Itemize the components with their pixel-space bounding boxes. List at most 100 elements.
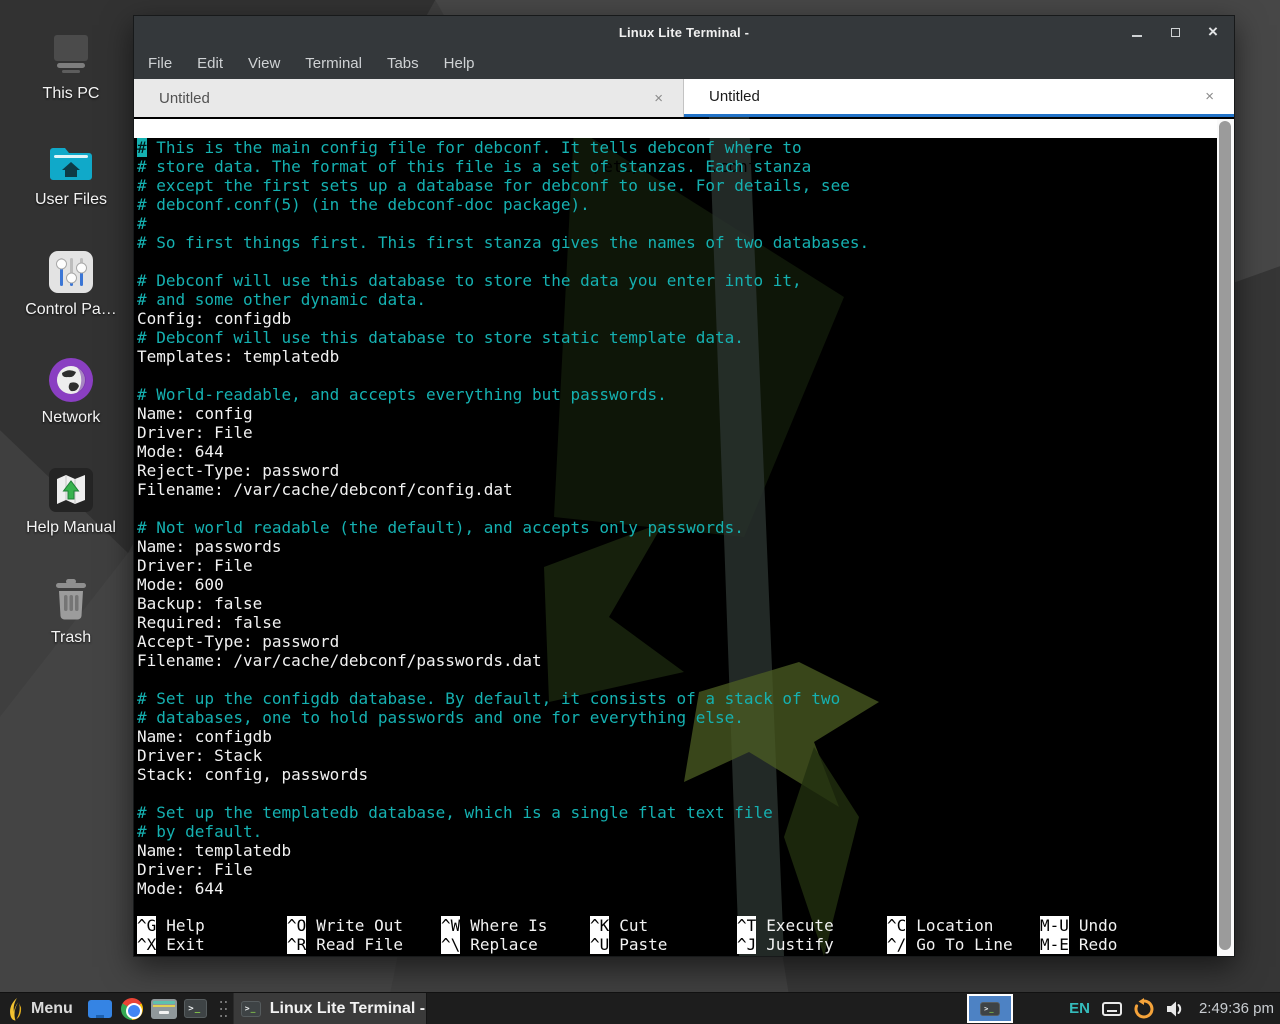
- scrollbar-thumb[interactable]: [1219, 121, 1231, 950]
- menu-button[interactable]: Menu: [0, 993, 85, 1024]
- nano-comment-line: # except the first sets up a database fo…: [137, 176, 1217, 195]
- nano-shortcut-key: ^K: [590, 916, 609, 935]
- help-manual-icon: [15, 464, 127, 516]
- nano-text-line: Driver: File: [137, 423, 1217, 442]
- nano-text-line: Mode: 644: [137, 879, 1217, 898]
- archive-launcher[interactable]: [149, 995, 179, 1023]
- nano-shortcut-label: Cut: [619, 916, 648, 935]
- close-button[interactable]: ×: [1206, 25, 1220, 39]
- desktop-icon-label: This PC: [15, 85, 127, 103]
- file-manager-launcher[interactable]: [85, 995, 115, 1023]
- computer-icon: [15, 30, 127, 82]
- desktop-icon-network[interactable]: Network: [15, 354, 127, 427]
- nano-text-line: Required: false: [137, 613, 1217, 632]
- tab-label: Untitled: [134, 90, 210, 107]
- close-icon: ×: [1208, 25, 1218, 39]
- nano-shortcut-key: ^W: [441, 916, 460, 935]
- desktop-icon-label: Trash: [15, 629, 127, 647]
- menu-file[interactable]: File: [148, 55, 172, 72]
- terminal-content[interactable]: GNU nano 7.2 /etc/debconf.conf # This is…: [134, 117, 1234, 956]
- terminal-lines: # This is the main config file for debco…: [137, 138, 1217, 898]
- desktop-icon-help-manual[interactable]: Help Manual: [15, 464, 127, 537]
- nano-shortcut-label: Where Is: [470, 916, 547, 935]
- window-titlebar[interactable]: Linux Lite Terminal - ×: [134, 16, 1234, 48]
- nano-comment-line: # debconf.conf(5) (in the debconf-doc pa…: [137, 195, 1217, 214]
- clock[interactable]: 2:49:36 pm: [1199, 1000, 1274, 1017]
- nano-shortcut-key: ^\: [441, 935, 460, 954]
- nano-text-line: [137, 499, 1217, 518]
- nano-text-line: Reject-Type: password: [137, 461, 1217, 480]
- taskbar-window-label: Linux Lite Terminal -: [270, 1000, 425, 1018]
- nano-shortcut-key: ^O: [287, 916, 306, 935]
- minimize-icon: [1132, 35, 1142, 37]
- tab-untitled-1[interactable]: Untitled ×: [134, 79, 684, 117]
- nano-comment-line: # Debconf will use this database to stor…: [137, 271, 1217, 290]
- nano-shortcut-label: Replace: [470, 935, 537, 954]
- nano-shortcut-column: ^OWrite Out^RRead File: [287, 916, 403, 954]
- nano-shortcut-column: ^CLocation^/Go To Line: [887, 916, 1013, 954]
- workspace-pager[interactable]: >_: [967, 994, 1013, 1023]
- nano-shortcut-column: ^W Where Is ^\ Replace: [441, 916, 547, 954]
- nano-text-line: Mode: 644: [137, 442, 1217, 461]
- panel-separator[interactable]: [219, 1001, 229, 1017]
- menu-view[interactable]: View: [248, 55, 280, 72]
- nano-comment-line: # and some other dynamic data.: [137, 290, 1217, 309]
- nano-titlebar: GNU nano 7.2 /etc/debconf.conf: [134, 119, 1217, 138]
- menu-bar: File Edit View Terminal Tabs Help: [134, 48, 1234, 79]
- nano-text-line: Filename: /var/cache/debconf/config.dat: [137, 480, 1217, 499]
- desktop-icon-label: Help Manual: [15, 519, 127, 537]
- nano-text-line: Name: config: [137, 404, 1217, 423]
- nano-shortcut-label: Write Out: [316, 916, 403, 935]
- language-indicator[interactable]: EN: [1069, 1000, 1090, 1017]
- nano-comment-line: # So first things first. This first stan…: [137, 233, 1217, 252]
- terminal-icon: >_: [184, 999, 207, 1018]
- network-globe-icon: [15, 354, 127, 406]
- nano-shortcut-key: ^G: [137, 916, 156, 935]
- folder-home-icon: [15, 136, 127, 188]
- nano-shortcut-key: ^U: [590, 935, 609, 954]
- nano-comment-line: # This is the main config file for debco…: [137, 138, 1217, 157]
- menu-terminal[interactable]: Terminal: [305, 55, 362, 72]
- nano-shortcut-label: Justify: [766, 935, 833, 954]
- menu-edit[interactable]: Edit: [197, 55, 223, 72]
- terminal-icon: >_: [980, 1002, 1000, 1016]
- window-title: Linux Lite Terminal -: [134, 25, 1234, 40]
- taskbar-window-button[interactable]: >_ Linux Lite Terminal -: [233, 993, 427, 1024]
- nano-text-line: Config: configdb: [137, 309, 1217, 328]
- desktop-icon-this-pc[interactable]: This PC: [15, 30, 127, 103]
- chrome-launcher[interactable]: [117, 995, 147, 1023]
- tab-close-icon[interactable]: ×: [654, 90, 663, 107]
- desktop-icon-trash[interactable]: Trash: [15, 574, 127, 647]
- file-manager-icon: [88, 1000, 112, 1018]
- nano-comment-line: # databases, one to hold passwords and o…: [137, 708, 1217, 727]
- nano-shortcut-label: Paste: [619, 935, 667, 954]
- terminal-launcher[interactable]: >_: [181, 995, 211, 1023]
- nano-shortcut-column: M-UUndoM-ERedo: [1040, 916, 1117, 954]
- nano-shortcut-label: Location: [916, 916, 993, 935]
- volume-icon[interactable]: [1166, 1000, 1186, 1018]
- terminal-icon: >_: [241, 1001, 261, 1017]
- keyboard-layout-icon[interactable]: [1102, 1002, 1122, 1016]
- scrollbar-track[interactable]: [1217, 119, 1234, 956]
- nano-comment-line: # Set up the configdb database. By defau…: [137, 689, 1217, 708]
- desktop-icon-control-panel[interactable]: Control Pa…: [15, 246, 127, 319]
- terminal-window: Linux Lite Terminal - × File Edit View Term…: [133, 15, 1235, 957]
- nano-shortcut-label: Execute: [766, 916, 833, 935]
- nano-shortcut-column: ^K Cut ^U Paste: [590, 916, 667, 954]
- chrome-icon: [121, 998, 143, 1020]
- tab-label: Untitled: [684, 88, 760, 105]
- nano-text-line: Accept-Type: password: [137, 632, 1217, 651]
- menu-help[interactable]: Help: [444, 55, 475, 72]
- nano-shortcut-column: ^GHelp^XExit: [137, 916, 205, 954]
- updates-icon[interactable]: [1133, 998, 1155, 1020]
- nano-comment-line: # Not world readable (the default), and …: [137, 518, 1217, 537]
- nano-text-line: Filename: /var/cache/debconf/passwords.d…: [137, 651, 1217, 670]
- desktop-icon-user-files[interactable]: User Files: [15, 136, 127, 209]
- minimize-button[interactable]: [1130, 25, 1144, 39]
- nano-text-line: Name: templatedb: [137, 841, 1217, 860]
- menu-tabs[interactable]: Tabs: [387, 55, 419, 72]
- maximize-button[interactable]: [1168, 25, 1182, 39]
- tab-close-icon[interactable]: ×: [1205, 88, 1214, 105]
- nano-shortcut-label: Redo: [1079, 935, 1118, 954]
- tab-untitled-2[interactable]: Untitled ×: [684, 79, 1234, 117]
